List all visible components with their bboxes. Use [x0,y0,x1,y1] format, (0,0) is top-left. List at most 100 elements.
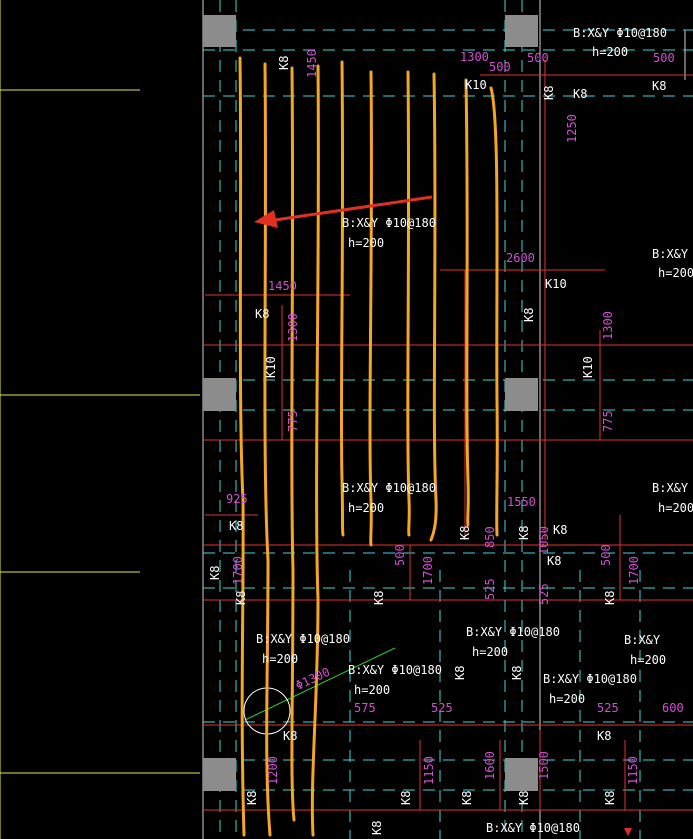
slab-reinf-text: B:X&Y Φ10@180 [342,216,436,230]
beam-code: K8 [229,519,243,533]
beam-code: K8 [573,87,587,101]
dimension-text: 525 [597,701,619,715]
dimension-text: 1450 [268,279,297,293]
dimension-text: 1050 [537,526,551,555]
dimension-text: 1700 [627,556,641,585]
dimension-text: 500 [599,544,613,566]
rebar-line [238,56,246,837]
beam-code: K8 [603,591,617,605]
red-marker-icon [624,828,632,836]
column [203,758,236,791]
column [203,15,236,47]
beam-code: K8 [283,729,297,743]
beam-code: K8 [234,591,248,605]
beam-code: K8 [460,791,474,805]
dimension-text: 1200 [266,756,280,785]
rebar-line [263,62,272,837]
slab-thickness-text: h=200 [630,653,666,667]
beam-code: K8 [458,526,472,540]
dimension-text: 1150 [422,756,436,785]
beam-code: K8 [517,526,531,540]
slab-reinf-text: B:X&Y [652,481,689,495]
red-lines [203,60,693,811]
column [203,378,236,411]
dimension-text: 1600 [483,751,497,780]
slab-reinf-text: B:X&Y Φ10@180 [256,632,350,646]
dimension-text: Φ1300 [293,665,332,693]
rebar-line [429,72,438,542]
beam-code: K8 [453,666,467,680]
yellow-axis-group [0,0,200,839]
dimension-text: 1700 [231,556,245,585]
column [505,15,538,47]
slab-reinf-text: B:X&Y Φ10@180 [543,672,637,686]
rebar-line [339,60,345,537]
slab-reinf-text: B:X&Y Φ10@180 [466,625,560,639]
beam-code: K8 [277,56,291,70]
beam-code: K8 [553,523,567,537]
beam-code: K10 [581,356,595,378]
beam-code: K8 [372,591,386,605]
dimension-text: 525 [537,583,551,605]
beam-code: K8 [652,79,666,93]
dimension-text: 1300 [601,311,615,340]
slab-reinf-text: B:X&Y [624,633,661,647]
slab-thickness-text: h=200 [658,501,693,515]
dimension-text: 1450 [305,49,319,78]
dimension-text: 850 [483,526,497,548]
slab-thickness-text: h=200 [348,236,384,250]
beam-code: K8 [522,308,536,322]
dimension-text: 525 [483,578,497,600]
dimension-text: 1300 [286,313,300,342]
column [505,758,538,791]
slab-thickness-text: h=200 [262,652,298,666]
dimension-text: 1250 [565,114,579,143]
beam-code: K8 [547,554,561,568]
beam-code: K8 [542,86,556,100]
beam-code: K8 [245,791,259,805]
slab-reinf-text: B:X&Y Φ10@180 [342,481,436,495]
rebar-line [489,86,499,537]
slab-reinf-text: B:X&Y [652,247,689,261]
cad-drawing: B:X&Y Φ10@180 h=200 B:X&Y Φ10@180 h=200 … [0,0,693,839]
slab-thickness-text: h=200 [354,683,390,697]
dimension-text: 500 [393,544,407,566]
dimension-text: 1500 [537,751,551,780]
beam-code: K8 [597,729,611,743]
beam-code: K10 [545,277,567,291]
beam-code: K8 [399,791,413,805]
rebar-line [310,64,320,837]
beam-code: K8 [510,666,524,680]
slab-thickness-text: h=200 [658,266,693,280]
beam-code: K8 [517,791,531,805]
dimension-text: 600 [662,701,684,715]
slab-thickness-text: h=200 [472,645,508,659]
dimension-text: 1550 [507,495,536,509]
highlighted-rebars [238,56,499,837]
dimension-text: 1150 [626,756,640,785]
beam-code: K8 [603,791,617,805]
dimension-text: 500 [489,60,511,74]
slab-thickness-text: h=200 [592,45,628,59]
beam-code: K8 [255,307,269,321]
dimension-text: 575 [354,701,376,715]
dimension-text: 500 [527,51,549,65]
dimension-text: 500 [653,51,675,65]
dimension-text: 2600 [506,251,535,265]
rebar-line [290,66,296,822]
slab-reinf-text: B:X&Y Φ10@180 [486,821,580,835]
rebar-line [464,78,470,527]
column [505,378,538,411]
slab-thickness-text: h=200 [549,692,585,706]
slab-reinf-text: B:X&Y Φ10@180 [573,26,667,40]
beam-code: K8 [208,566,222,580]
dimension-text: 925 [226,492,248,506]
dimension-text: 775 [601,410,615,432]
slab-reinf-text: B:X&Y Φ10@180 [348,663,442,677]
beam-code: K10 [465,78,487,92]
slab-thickness-text: h=200 [348,501,384,515]
beam-code: K8 [370,821,384,835]
beam-code: K10 [264,356,278,378]
dimension-text: 525 [431,701,453,715]
dimension-text: 775 [286,410,300,432]
